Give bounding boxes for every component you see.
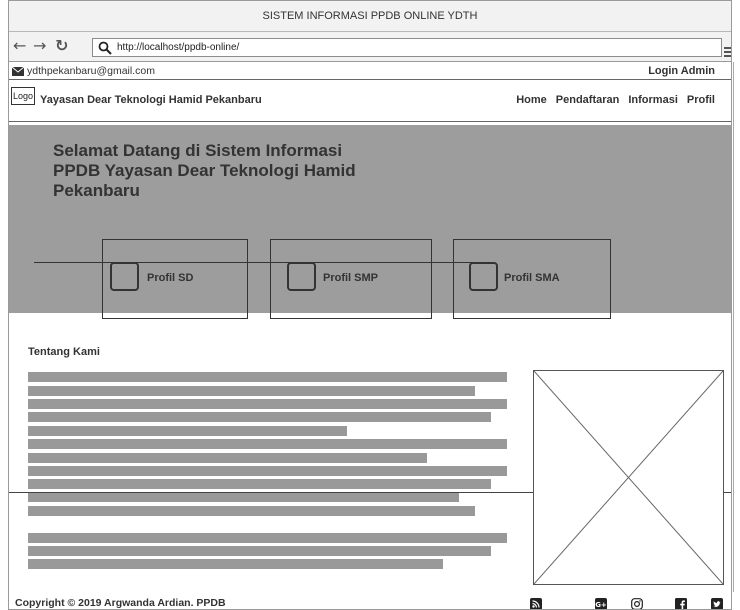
google-plus-icon[interactable]: G+	[595, 598, 607, 609]
card-icon-placeholder	[110, 262, 139, 291]
svg-text:G+: G+	[595, 601, 607, 609]
hero-banner: Selamat Datang di Sistem Informasi PPDB …	[9, 125, 731, 319]
mail-icon	[12, 67, 24, 76]
text-placeholder-line	[28, 426, 347, 436]
contact-email[interactable]: ydthpekanbaru@gmail.com	[27, 63, 155, 80]
facebook-icon[interactable]	[675, 598, 687, 609]
nav-links: Home Pendaftaran Informasi Profil	[516, 94, 715, 106]
card-label: Profil SMP	[323, 272, 379, 284]
refresh-icon[interactable]: ↻	[55, 37, 68, 55]
card-profil-sd[interactable]: Profil SD	[102, 239, 248, 319]
text-placeholder-line	[28, 533, 507, 543]
text-placeholder-line	[28, 439, 507, 449]
text-placeholder-line	[28, 559, 443, 569]
card-icon-placeholder	[469, 262, 498, 291]
image-placeholder	[533, 370, 724, 585]
text-placeholder-line	[28, 453, 427, 463]
text-placeholder-line	[28, 466, 507, 476]
nav-home[interactable]: Home	[516, 94, 547, 106]
login-admin-link[interactable]: Login Admin	[648, 63, 715, 80]
text-placeholder-line	[28, 506, 475, 516]
text-placeholder-line	[28, 412, 491, 422]
site-logo[interactable]: Logo	[11, 87, 35, 105]
footer-copyright: Copyright © 2019 Argwanda Ardian. PPDB	[15, 597, 226, 609]
window-title: SISTEM INFORMASI PPDB ONLINE YDTH	[9, 1, 731, 32]
text-placeholder-line	[28, 372, 507, 382]
hero-title: Selamat Datang di Sistem Informasi PPDB …	[53, 141, 356, 200]
nav-profil[interactable]: Profil	[687, 94, 715, 106]
site-navbar: Logo Yayasan Dear Teknologi Hamid Pekanb…	[9, 80, 731, 122]
about-title: Tentang Kami	[28, 346, 100, 358]
browser-menu-icon[interactable]	[723, 45, 732, 59]
text-placeholder-line	[28, 386, 475, 396]
vertical-scrollbar[interactable]	[733, 62, 740, 592]
nav-pendaftaran[interactable]: Pendaftaran	[556, 94, 620, 106]
address-bar[interactable]: http://localhost/ppdb-online/	[92, 38, 731, 57]
card-profil-sma[interactable]: Profil SMA	[453, 239, 611, 319]
card-profil-smp[interactable]: Profil SMP	[270, 239, 432, 319]
browser-toolbar: ← → ↻ http://localhost/ppdb-online/	[9, 32, 731, 62]
image-placeholder-cross	[533, 370, 724, 585]
text-placeholder-line	[28, 546, 491, 556]
rss-icon[interactable]	[530, 598, 542, 609]
text-placeholder-line	[28, 492, 459, 502]
text-placeholder-line	[28, 399, 507, 409]
card-label: Profil SD	[147, 272, 194, 284]
card-label: Profil SMA	[504, 272, 560, 284]
browser-window: SISTEM INFORMASI PPDB ONLINE YDTH ← → ↻ …	[8, 0, 732, 610]
twitter-icon[interactable]	[711, 598, 723, 609]
nav-informasi[interactable]: Informasi	[628, 94, 678, 106]
site-footer: Copyright © 2019 Argwanda Ardian. PPDB G…	[9, 595, 731, 609]
url-text: http://localhost/ppdb-online/	[117, 42, 240, 53]
search-icon	[98, 41, 112, 55]
instagram-icon[interactable]	[631, 598, 643, 609]
back-arrow-icon[interactable]: ←	[13, 37, 26, 55]
card-icon-placeholder	[287, 262, 316, 291]
text-placeholder-line	[28, 479, 491, 489]
site-brand[interactable]: Yayasan Dear Teknologi Hamid Pekanbaru	[40, 94, 262, 106]
contact-bar: ydthpekanbaru@gmail.com Login Admin	[9, 63, 731, 80]
forward-arrow-icon[interactable]: →	[33, 37, 46, 55]
